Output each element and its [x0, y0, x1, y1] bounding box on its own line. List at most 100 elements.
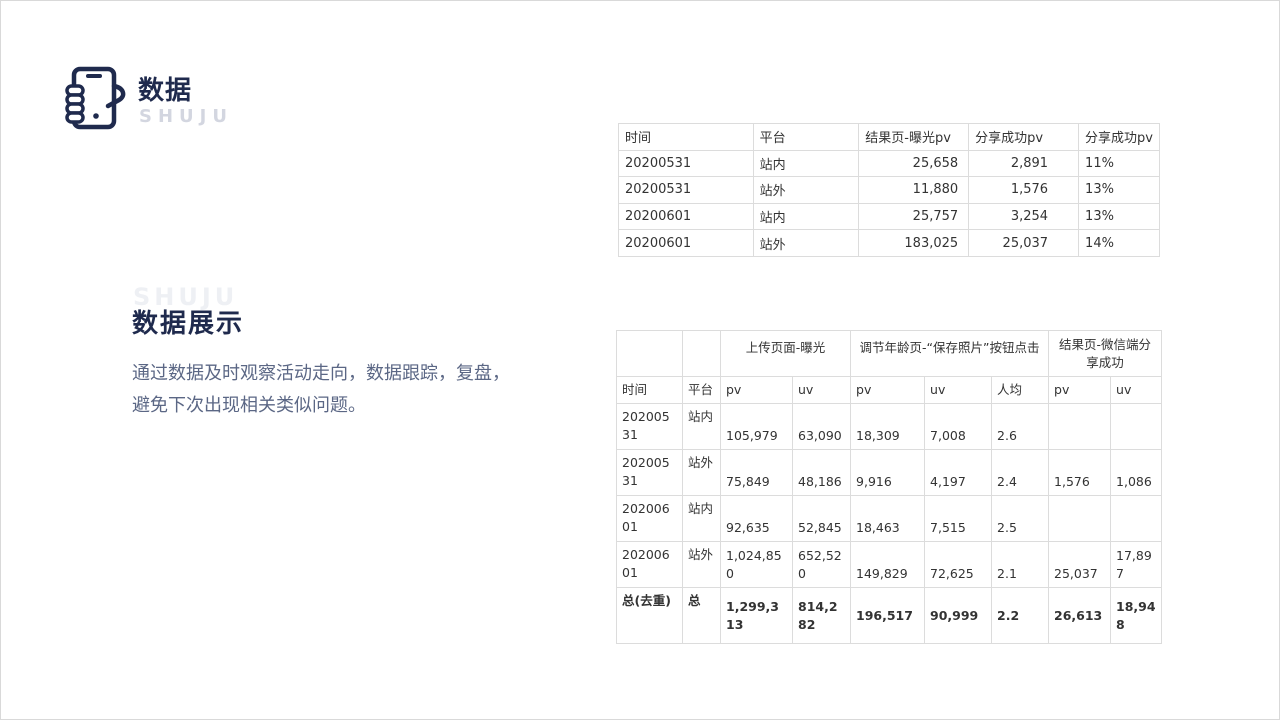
- summary-table: 时间 平台 结果页-曝光pv 分享成功pv 分享成功pv 20200531 站内…: [618, 123, 1160, 257]
- header-cell: pv: [850, 376, 926, 404]
- cell: 2,891: [968, 149, 1080, 178]
- header-cell: uv: [924, 376, 993, 404]
- empty-header-cell: [682, 330, 721, 377]
- cell: 总(去重): [616, 587, 683, 644]
- cell: 2.1: [991, 541, 1050, 588]
- table-row: 20200601 站内 92,635 52,845 18,463 7,515 2…: [616, 495, 1163, 542]
- cell: [1048, 495, 1112, 542]
- logo-subtitle: SHUJU: [139, 106, 233, 127]
- cell: 20200601: [616, 495, 683, 542]
- cell: [1110, 495, 1163, 542]
- cell: 站内: [752, 202, 860, 231]
- cell: 2.2: [991, 587, 1050, 644]
- header-cell: 人均: [991, 376, 1050, 404]
- header-cell: 时间: [616, 376, 683, 404]
- cell: 站外: [752, 229, 860, 257]
- cell: 92,635: [720, 495, 793, 542]
- cell: 1,576: [968, 176, 1080, 204]
- cell: 2.4: [991, 449, 1050, 496]
- cell: 1,576: [1048, 449, 1112, 496]
- header-cell: pv: [1048, 376, 1112, 404]
- cell: 20200531: [616, 403, 683, 450]
- cell: 90,999: [924, 587, 993, 644]
- header-cell: 平台: [752, 123, 860, 151]
- cell: 72,625: [924, 541, 993, 588]
- empty-header-cell: [616, 330, 683, 377]
- cell: 13%: [1078, 176, 1160, 204]
- table-row: 20200531 站内 105,979 63,090 18,309 7,008 …: [616, 403, 1163, 450]
- cell: 18,948: [1110, 587, 1163, 644]
- cell: 11,880: [858, 176, 970, 204]
- cell: 9,916: [850, 449, 926, 496]
- cell: 13%: [1078, 202, 1160, 231]
- cell: 20200601: [616, 541, 683, 588]
- table-row: 20200601 站外 1,024,850 652,520 149,829 72…: [616, 541, 1163, 588]
- cell: 25,658: [858, 149, 970, 178]
- header-cell: 平台: [682, 376, 721, 404]
- table-row: 20200601 站内 25,757 3,254 13%: [618, 202, 1160, 231]
- table-header-row: 时间 平台 结果页-曝光pv 分享成功pv 分享成功pv: [618, 123, 1160, 151]
- cell: 52,845: [791, 495, 852, 542]
- group-header-save-photo: 调节年龄页-“保存照片”按钮点击: [850, 330, 1050, 377]
- cell: 站内: [682, 403, 721, 450]
- cell: 17,897: [1110, 541, 1163, 588]
- header-cell: 时间: [618, 123, 754, 151]
- group-header-upload: 上传页面-曝光: [719, 330, 852, 377]
- cell: 14%: [1078, 229, 1160, 257]
- table-row: 20200601 站外 183,025 25,037 14%: [618, 229, 1160, 257]
- cell: 25,757: [858, 202, 970, 231]
- cell: 25,037: [1048, 541, 1112, 588]
- cell: 48,186: [791, 449, 852, 496]
- cell: 20200531: [616, 449, 683, 496]
- cell: 20200531: [618, 176, 754, 204]
- sub-header-row: 时间 平台 pv uv pv uv 人均 pv uv: [616, 376, 1163, 404]
- cell: 63,090: [791, 403, 852, 450]
- cell: 25,037: [968, 229, 1080, 257]
- cell: 20200601: [618, 229, 754, 257]
- cell: 2.6: [991, 403, 1050, 450]
- cell: 18,309: [850, 403, 926, 450]
- cell: 26,613: [1048, 587, 1112, 644]
- header-cell: 分享成功pv: [1078, 123, 1160, 151]
- header-cell: 结果页-曝光pv: [858, 123, 970, 151]
- header-cell: uv: [791, 376, 852, 404]
- cell: 站外: [682, 449, 721, 496]
- section-description: 通过数据及时观察活动走向，数据跟踪，复盘，避免下次出现相关类似问题。: [132, 363, 510, 416]
- cell: 814,282: [791, 587, 852, 644]
- detail-table: 上传页面-曝光 调节年龄页-“保存照片”按钮点击 结果页-微信端分享成功 时间 …: [616, 330, 1163, 644]
- cell: 1,024,850: [720, 541, 793, 588]
- cell: 183,025: [858, 229, 970, 257]
- cell: 105,979: [720, 403, 793, 450]
- cell: 75,849: [720, 449, 793, 496]
- cell: 站内: [682, 495, 721, 542]
- header-cell: pv: [720, 376, 793, 404]
- cell: 652,520: [791, 541, 852, 588]
- table-row: 20200531 站外 11,880 1,576 13%: [618, 176, 1160, 204]
- table-row: 20200531 站外 75,849 48,186 9,916 4,197 2.…: [616, 449, 1163, 496]
- cell: 149,829: [850, 541, 926, 588]
- header-cell: 分享成功pv: [968, 123, 1080, 151]
- logo-title: 数据: [138, 76, 193, 106]
- header-cell: uv: [1110, 376, 1163, 404]
- group-header-row: 上传页面-曝光 调节年龄页-“保存照片”按钮点击 结果页-微信端分享成功: [616, 330, 1163, 377]
- cell: 7,008: [924, 403, 993, 450]
- cell: [1048, 403, 1112, 450]
- cell: 4,197: [924, 449, 993, 496]
- cell: 3,254: [968, 202, 1080, 231]
- section-title: 数据展示: [132, 309, 245, 339]
- phone-in-hand-icon: [65, 66, 126, 130]
- cell: 站外: [682, 541, 721, 588]
- total-row: 总(去重) 总 1,299,313 814,282 196,517 90,999…: [616, 587, 1163, 644]
- cell: [1110, 403, 1163, 450]
- cell: 20200531: [618, 149, 754, 178]
- cell: 总: [682, 587, 721, 644]
- cell: 站外: [752, 176, 860, 204]
- table-row: 20200531 站内 25,658 2,891 11%: [618, 149, 1160, 178]
- cell: 7,515: [924, 495, 993, 542]
- cell: 1,086: [1110, 449, 1163, 496]
- cell: 站内: [752, 149, 860, 178]
- cell: 11%: [1078, 149, 1160, 178]
- cell: 18,463: [850, 495, 926, 542]
- cell: 196,517: [850, 587, 926, 644]
- cell: 20200601: [618, 202, 754, 231]
